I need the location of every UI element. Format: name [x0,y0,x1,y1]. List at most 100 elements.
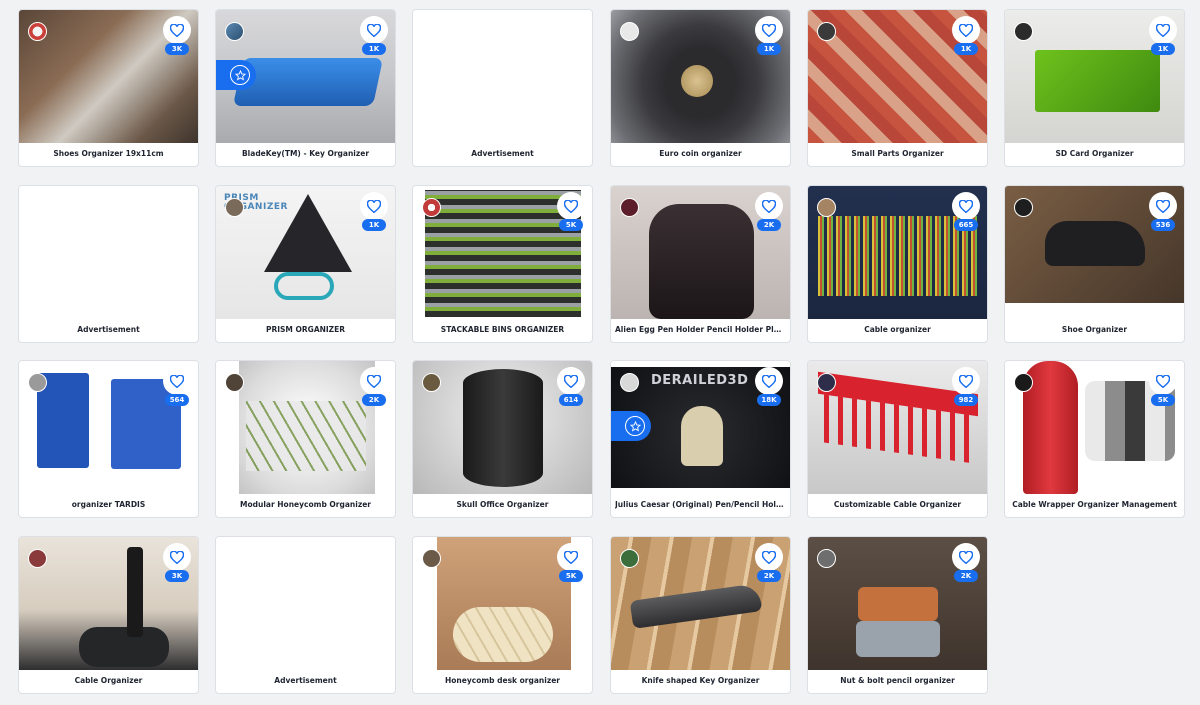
user-avatar[interactable] [620,549,639,568]
like-button[interactable] [360,192,388,220]
model-title[interactable]: Alien Egg Pen Holder Pencil Holder Plant… [615,317,786,342]
model-card[interactable]: PRISM ORGANIZER 1K PRISM ORGANIZER [215,185,396,343]
like-control[interactable]: 1K [1149,16,1179,62]
like-control[interactable]: 1K [952,16,982,62]
user-avatar[interactable] [817,549,836,568]
model-card[interactable]: 614 Skull Office Organizer [412,360,593,518]
model-card[interactable]: 5K STACKABLE BINS ORGANIZER [412,185,593,343]
model-title[interactable]: Cable organizer [812,317,983,342]
model-card[interactable]: 2K Alien Egg Pen Holder Pencil Holder Pl… [610,185,791,343]
like-control[interactable]: 5K [557,543,587,589]
model-title[interactable]: organizer TARDIS [23,492,194,517]
user-avatar[interactable] [817,198,836,217]
user-avatar[interactable] [422,373,441,392]
model-title[interactable]: BladeKey(TM) - Key Organizer [220,141,391,166]
like-button[interactable] [163,367,191,395]
like-control[interactable]: 665 [952,192,982,238]
user-avatar[interactable] [1014,22,1033,41]
like-button[interactable] [557,367,585,395]
like-button[interactable] [557,192,585,220]
user-avatar[interactable] [422,549,441,568]
model-card[interactable]: 1K BladeKey(TM) - Key Organizer [215,9,396,167]
like-control[interactable]: 18K [755,367,785,413]
user-avatar[interactable] [817,22,836,41]
like-button[interactable] [557,543,585,571]
model-card[interactable]: 5K Cable Wrapper Organizer Management [1004,360,1185,518]
like-control[interactable]: 1K [755,16,785,62]
like-button[interactable] [360,367,388,395]
model-title[interactable]: Skull Office Organizer [417,492,588,517]
model-title[interactable]: Knife shaped Key Organizer [615,668,786,693]
like-button[interactable] [755,543,783,571]
like-control[interactable]: 2K [755,192,785,238]
like-control[interactable]: 564 [163,367,193,413]
like-button[interactable] [952,16,980,44]
model-title[interactable]: STACKABLE BINS ORGANIZER [417,317,588,342]
model-card[interactable]: 2K Nut & bolt pencil organizer [807,536,988,694]
model-card[interactable]: 5K Honeycomb desk organizer [412,536,593,694]
model-title[interactable]: Small Parts Organizer [812,141,983,166]
model-card[interactable]: 1K Small Parts Organizer [807,9,988,167]
like-button[interactable] [755,192,783,220]
like-control[interactable]: 2K [952,543,982,589]
user-avatar[interactable] [1014,373,1033,392]
like-button[interactable] [163,543,191,571]
like-button[interactable] [755,16,783,44]
model-card[interactable]: 665 Cable organizer [807,185,988,343]
model-card[interactable]: 982 Customizable Cable Organizer [807,360,988,518]
like-button[interactable] [755,367,783,395]
like-control[interactable]: 982 [952,367,982,413]
like-button[interactable] [952,543,980,571]
model-title[interactable]: PRISM ORGANIZER [220,317,391,342]
like-control[interactable]: 5K [1149,367,1179,413]
like-control[interactable]: 536 [1149,192,1179,238]
user-avatar[interactable] [1014,198,1033,217]
model-card[interactable]: 3K Cable Organizer [18,536,199,694]
model-card[interactable]: 3K Shoes Organizer 19x11cm [18,9,199,167]
model-title[interactable]: Shoes Organizer 19x11cm [23,141,194,166]
user-avatar[interactable] [28,373,47,392]
user-avatar[interactable] [620,22,639,41]
model-card[interactable]: 564 organizer TARDIS [18,360,199,518]
like-control[interactable]: 3K [163,16,193,62]
like-button[interactable] [1149,367,1177,395]
like-button[interactable] [163,16,191,44]
model-title[interactable]: Cable Organizer [23,668,194,693]
model-title[interactable]: SD Card Organizer [1009,141,1180,166]
model-card[interactable]: 2K Knife shaped Key Organizer [610,536,791,694]
like-control[interactable]: 2K [755,543,785,589]
user-avatar[interactable] [225,198,244,217]
like-button[interactable] [1149,192,1177,220]
like-control[interactable]: 3K [163,543,193,589]
model-card[interactable]: 1K Euro coin organizer [610,9,791,167]
model-title[interactable]: Euro coin organizer [615,141,786,166]
like-button[interactable] [360,16,388,44]
user-avatar[interactable] [225,373,244,392]
model-card[interactable]: 1K SD Card Organizer [1004,9,1185,167]
user-avatar[interactable] [620,198,639,217]
model-title[interactable]: Cable Wrapper Organizer Management [1009,492,1180,517]
like-button[interactable] [1149,16,1177,44]
like-control[interactable]: 2K [360,367,390,413]
model-title[interactable]: Modular Honeycomb Organizer [220,492,391,517]
user-avatar[interactable] [817,373,836,392]
model-title[interactable]: Customizable Cable Organizer [812,492,983,517]
user-avatar[interactable] [225,22,244,41]
user-avatar[interactable] [28,549,47,568]
like-button[interactable] [952,367,980,395]
model-card[interactable]: 536 Shoe Organizer [1004,185,1185,343]
model-title[interactable]: Honeycomb desk organizer [417,668,588,693]
model-card[interactable]: 2K Modular Honeycomb Organizer [215,360,396,518]
user-avatar[interactable] [28,22,47,41]
user-avatar[interactable] [422,198,441,217]
model-title[interactable]: Julius Caesar (Original) Pen/Pencil Hold… [615,492,786,517]
like-control[interactable]: 1K [360,192,390,238]
like-control[interactable]: 1K [360,16,390,62]
like-control[interactable]: 614 [557,367,587,413]
model-title[interactable]: Nut & bolt pencil organizer [812,668,983,693]
model-title[interactable]: Shoe Organizer [1009,317,1180,342]
model-card[interactable]: DERAILED3D 18K Julius Caesar (Original) … [610,360,791,518]
like-control[interactable]: 5K [557,192,587,238]
like-button[interactable] [952,192,980,220]
user-avatar[interactable] [620,373,639,392]
